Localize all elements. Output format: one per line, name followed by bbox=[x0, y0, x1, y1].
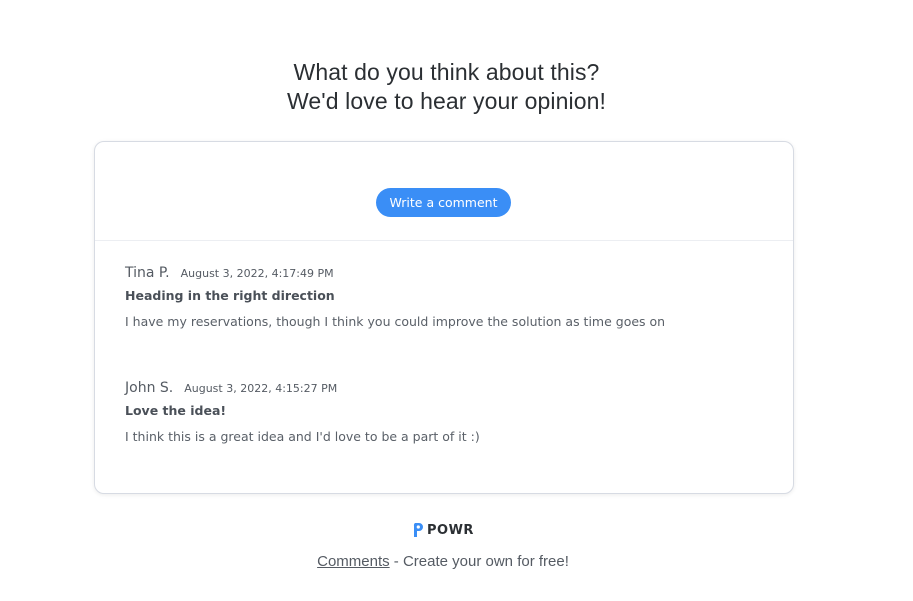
comment-timestamp: August 3, 2022, 4:15:27 PM bbox=[184, 382, 338, 395]
write-comment-button[interactable]: Write a comment bbox=[376, 188, 511, 217]
footer-tagline-text: - Create your own for free! bbox=[389, 553, 569, 570]
comment-title: Love the idea! bbox=[125, 403, 227, 418]
comment-timestamp: August 3, 2022, 4:17:49 PM bbox=[180, 267, 334, 280]
powr-logo[interactable]: POWR bbox=[412, 521, 474, 539]
comment-title: Heading in the right direction bbox=[125, 288, 335, 303]
footer-tagline: Comments - Create your own for free! bbox=[0, 553, 886, 570]
heading-line-2: We'd love to hear your opinion! bbox=[286, 88, 607, 114]
comment-item: John S. August 3, 2022, 4:15:27 PM Love … bbox=[125, 380, 765, 446]
powr-logo-icon bbox=[413, 523, 423, 537]
page-heading: What do you think about this? We'd love … bbox=[0, 58, 893, 116]
comments-widget: Write a comment Tina P. August 3, 2022, … bbox=[94, 141, 794, 494]
comment-item: Tina P. August 3, 2022, 4:17:49 PM Headi… bbox=[125, 265, 765, 331]
comment-header: John S. August 3, 2022, 4:15:27 PM bbox=[125, 380, 765, 400]
comments-link[interactable]: Comments bbox=[317, 553, 390, 570]
comment-body: I think this is a great idea and I'd lov… bbox=[125, 429, 480, 444]
comment-author: Tina P. bbox=[125, 265, 170, 281]
comment-header: Tina P. August 3, 2022, 4:17:49 PM bbox=[125, 265, 765, 285]
powr-logo-text: POWR bbox=[427, 522, 474, 538]
heading-line-1: What do you think about this? bbox=[293, 59, 600, 85]
comment-body: I have my reservations, though I think y… bbox=[125, 314, 666, 329]
comment-author: John S. bbox=[125, 380, 174, 396]
comment-composer-area: Write a comment bbox=[95, 142, 793, 241]
